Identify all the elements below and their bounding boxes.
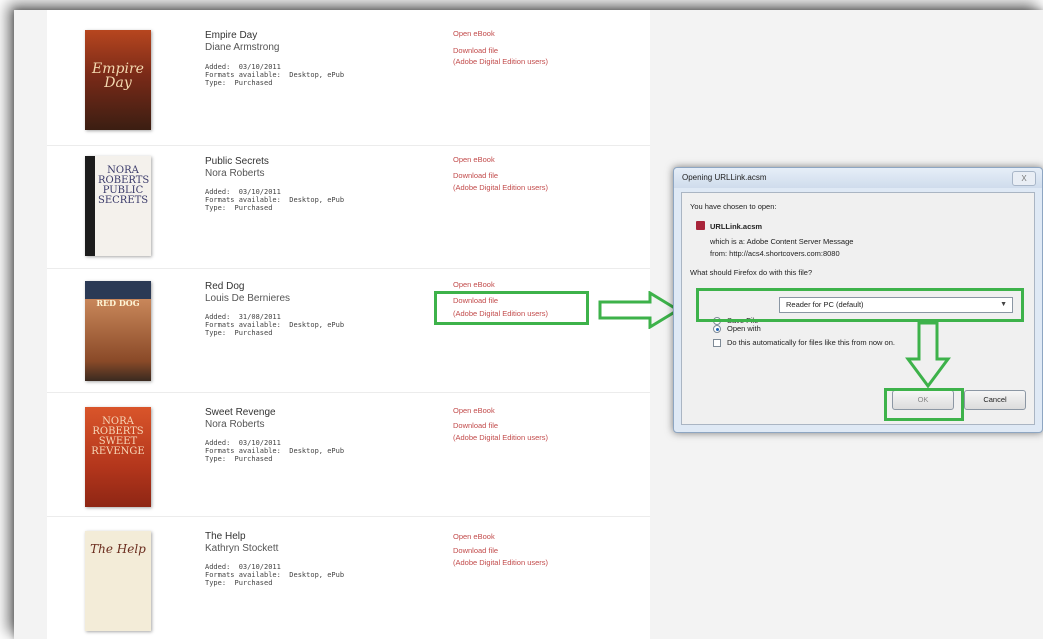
right-arrow-icon <box>598 291 681 329</box>
book-added: Added: 03/10/2011 <box>205 563 281 571</box>
book-type: Type: Purchased <box>205 329 273 337</box>
book-title[interactable]: Public Secrets <box>205 156 269 167</box>
book-type: Type: Purchased <box>205 579 273 587</box>
cover-title: The Help <box>90 542 146 556</box>
book-row: Empire Day Empire Day Diane Armstrong Ad… <box>47 22 650 132</box>
download-file-link[interactable]: Download file <box>453 421 498 430</box>
book-row: The Help The Help Kathryn Stockett Added… <box>47 516 650 631</box>
book-formats: Formats available: Desktop, ePub <box>205 571 345 579</box>
adobe-users-link[interactable]: (Adobe Digital Edition users) <box>453 57 548 66</box>
book-formats: Formats available: Desktop, ePub <box>205 196 345 204</box>
dialog-source: from: http://acs4.shortcovers.com:8080 <box>710 249 840 258</box>
cover-title: NORA ROBERTS SWEET REVENGE <box>91 416 145 457</box>
adobe-users-link[interactable]: (Adobe Digital Edition users) <box>453 183 548 192</box>
open-ebook-link[interactable]: Open eBook <box>453 280 495 289</box>
cover-title: RED DOG <box>96 298 140 308</box>
book-added: Added: 03/10/2011 <box>205 439 281 447</box>
open-ebook-link[interactable]: Open eBook <box>453 532 495 541</box>
open-with-radio[interactable] <box>713 325 721 333</box>
book-author: Nora Roberts <box>205 419 265 430</box>
book-title[interactable]: Empire Day <box>205 30 257 41</box>
book-author: Louis De Bernieres <box>205 293 291 304</box>
book-title[interactable]: The Help <box>205 531 246 542</box>
close-icon[interactable]: X <box>1012 171 1036 186</box>
book-cover[interactable]: RED DOG <box>85 281 151 381</box>
dialog-titlebar[interactable]: Opening URLLink.acsm X <box>674 168 1042 188</box>
book-type: Type: Purchased <box>205 79 273 87</box>
adobe-users-link[interactable]: (Adobe Digital Edition users) <box>453 558 548 567</box>
book-type: Type: Purchased <box>205 204 273 212</box>
book-cover[interactable]: NORA ROBERTS PUBLIC SECRETS <box>85 156 151 256</box>
open-ebook-link[interactable]: Open eBook <box>453 29 495 38</box>
highlight-open-with-box <box>696 288 1024 322</box>
auto-label[interactable]: Do this automatically for files like thi… <box>727 338 895 347</box>
book-title[interactable]: Red Dog <box>205 281 244 292</box>
adobe-users-link[interactable]: (Adobe Digital Edition users) <box>453 433 548 442</box>
book-formats: Formats available: Desktop, ePub <box>205 321 345 329</box>
book-type: Type: Purchased <box>205 455 273 463</box>
book-cover[interactable]: NORA ROBERTS SWEET REVENGE <box>85 407 151 507</box>
cover-title: Empire Day <box>92 61 144 91</box>
highlight-ok-box <box>884 388 964 421</box>
download-file-link[interactable]: Download file <box>453 46 498 55</box>
book-title[interactable]: Sweet Revenge <box>205 407 276 418</box>
book-author: Nora Roberts <box>205 168 265 179</box>
dialog-filename: URLLink.acsm <box>710 222 763 231</box>
open-with-label[interactable]: Open with <box>727 324 761 333</box>
book-added: Added: 03/10/2011 <box>205 188 281 196</box>
book-cover[interactable]: Empire Day <box>85 30 151 130</box>
book-author: Kathryn Stockett <box>205 543 279 554</box>
book-formats: Formats available: Desktop, ePub <box>205 447 345 455</box>
dialog-filetype: which is a: Adobe Content Server Message <box>710 237 854 246</box>
book-added: Added: 31/08/2011 <box>205 313 281 321</box>
dialog-question: What should Firefox do with this file? <box>690 268 813 277</box>
book-added: Added: 03/10/2011 <box>205 63 281 71</box>
book-row: NORA ROBERTS SWEET REVENGE Sweet Revenge… <box>47 392 650 507</box>
book-cover[interactable]: The Help <box>85 531 151 631</box>
book-row: NORA ROBERTS PUBLIC SECRETS Public Secre… <box>47 145 650 256</box>
download-file-link[interactable]: Download file <box>453 171 498 180</box>
highlight-download-box <box>434 291 589 325</box>
book-formats: Formats available: Desktop, ePub <box>205 71 345 79</box>
dialog-title: Opening URLLink.acsm <box>682 173 767 182</box>
cover-title: NORA ROBERTS PUBLIC SECRETS <box>98 165 150 206</box>
book-author: Diane Armstrong <box>205 42 280 53</box>
acsm-file-icon <box>696 221 705 230</box>
open-ebook-link[interactable]: Open eBook <box>453 406 495 415</box>
dialog-intro: You have chosen to open: <box>690 202 777 211</box>
download-file-link[interactable]: Download file <box>453 546 498 555</box>
cancel-button[interactable]: Cancel <box>964 390 1026 410</box>
auto-checkbox[interactable] <box>713 339 721 347</box>
down-arrow-icon <box>905 321 951 389</box>
open-ebook-link[interactable]: Open eBook <box>453 155 495 164</box>
